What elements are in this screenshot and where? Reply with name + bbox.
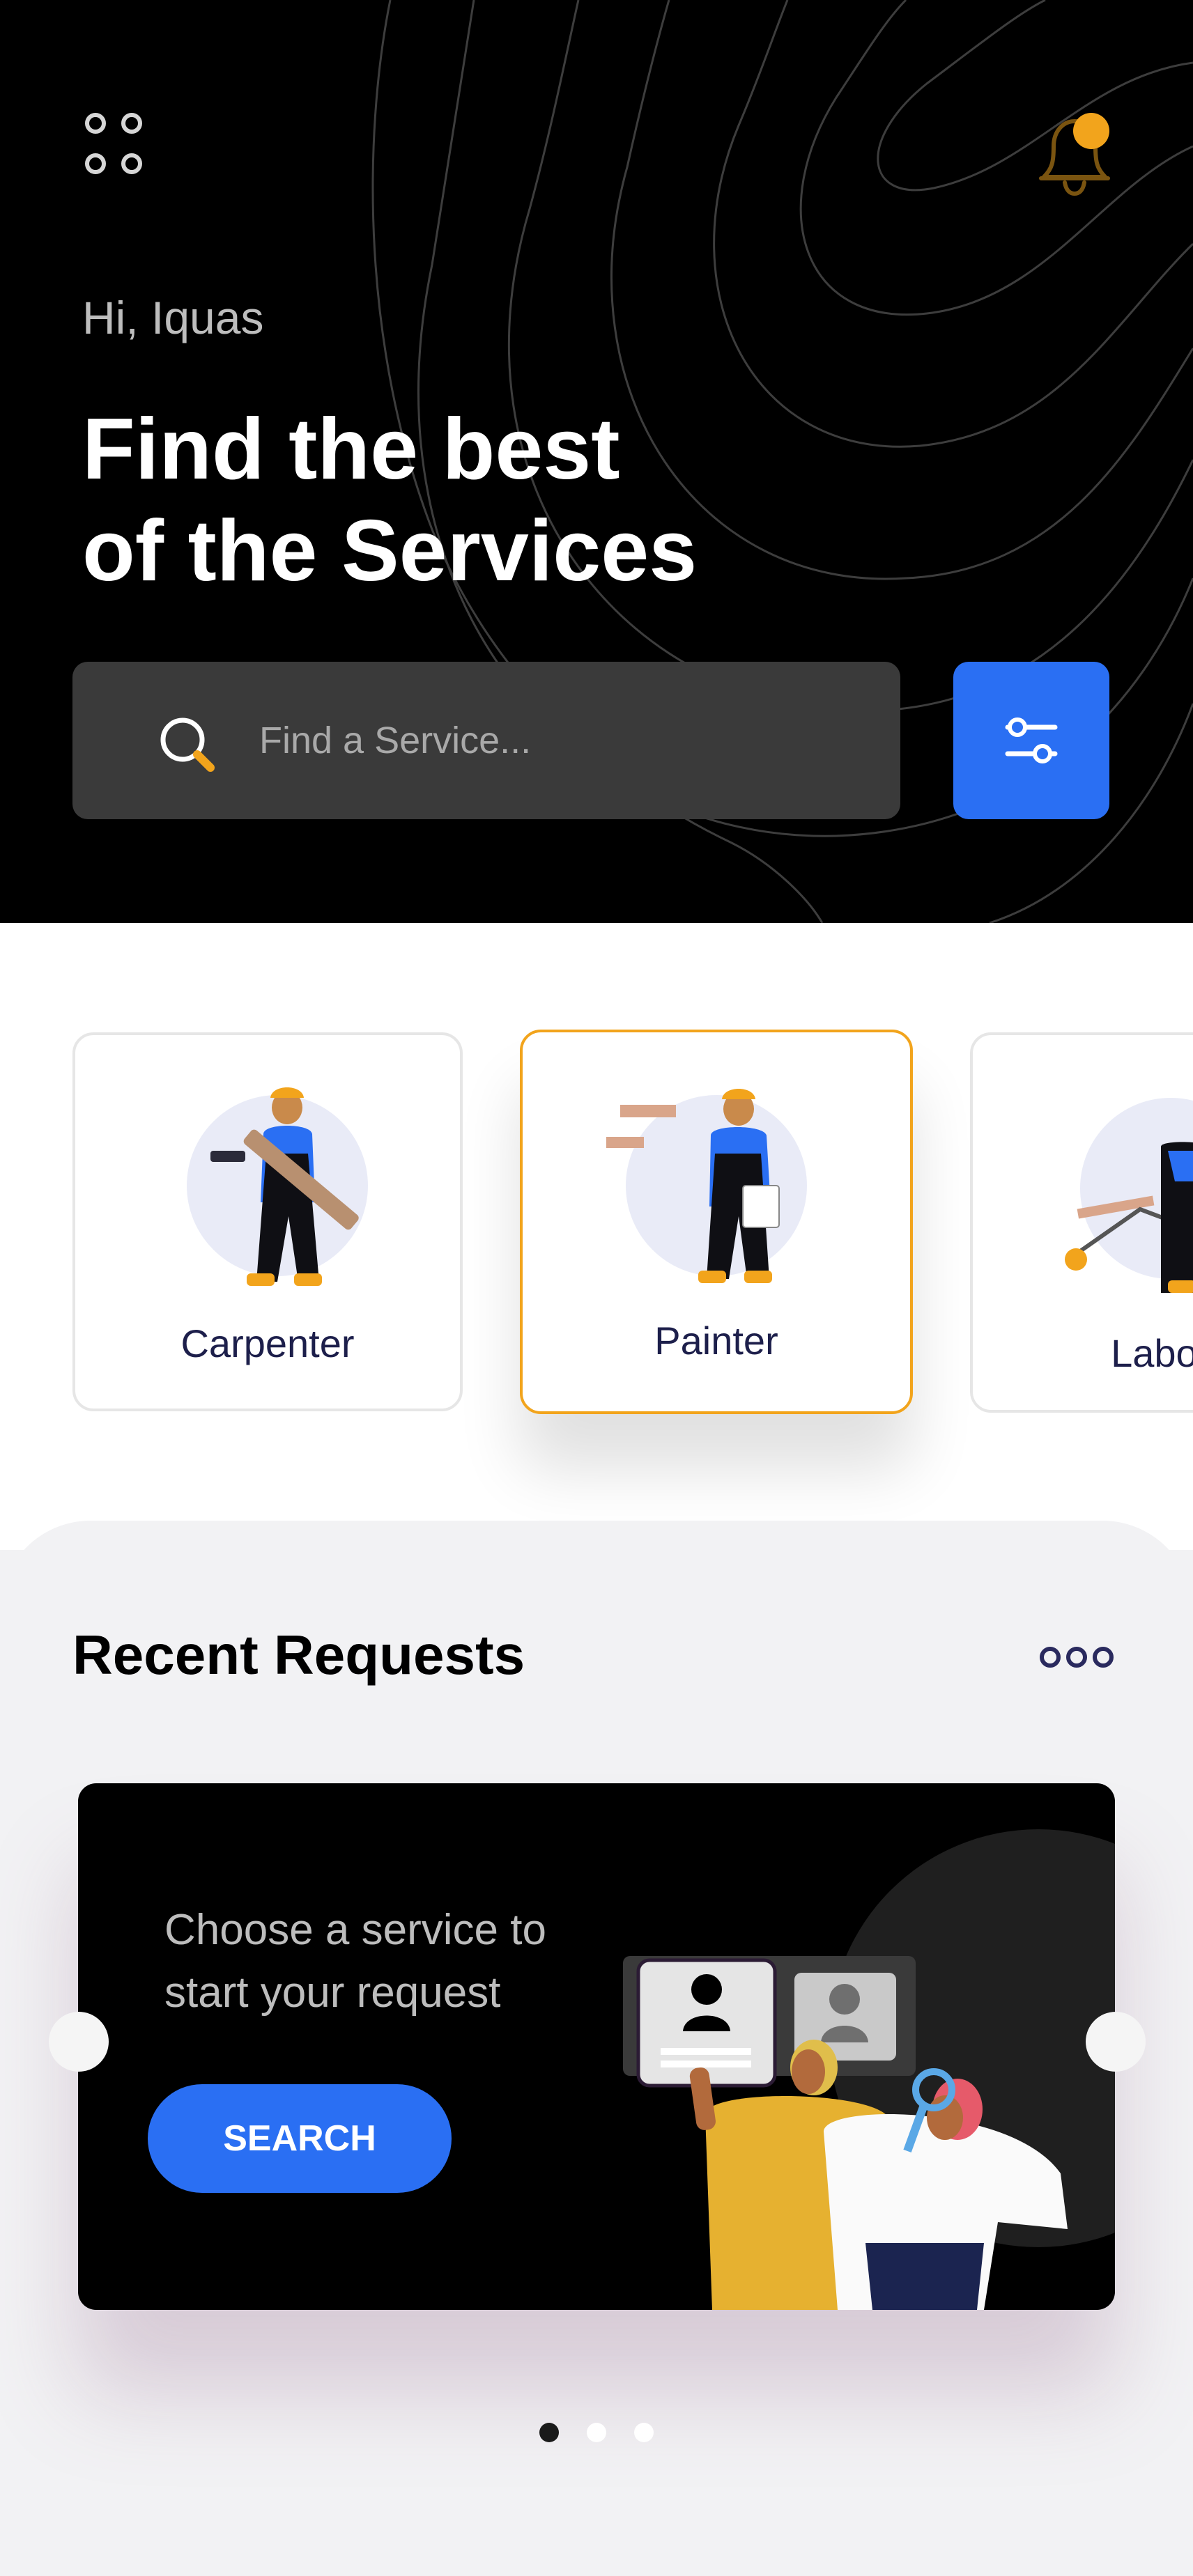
more-dots-icon	[1040, 1647, 1061, 1668]
carpenter-illustration	[210, 1087, 359, 1286]
menu-dot	[121, 153, 142, 174]
more-options-button[interactable]	[1037, 1643, 1114, 1675]
pagination-dot-active[interactable]	[539, 2423, 559, 2442]
menu-dot	[121, 113, 142, 134]
sliders-icon	[1005, 717, 1058, 763]
search-input[interactable]	[259, 704, 859, 777]
pagination-dot[interactable]	[634, 2423, 654, 2442]
category-card-painter[interactable]: Painter	[520, 1030, 913, 1414]
carousel-prev-arrow[interactable]	[49, 2012, 109, 2072]
search-button[interactable]: SEARCH	[148, 2084, 452, 2193]
menu-button[interactable]	[82, 110, 146, 180]
promo-illustration	[623, 1829, 1115, 2310]
section-title: Recent Requests	[72, 1624, 525, 1686]
promo-card: Choose a service to start your request S…	[78, 1783, 1115, 2310]
labour-illustration	[1065, 1142, 1193, 1293]
more-dots-icon	[1066, 1647, 1087, 1668]
header-hero: Hi, Iquas Find the best of the Services	[0, 0, 1193, 923]
bell-icon	[1039, 113, 1110, 196]
painter-illustration	[606, 1089, 780, 1283]
promo-text: Choose a service to start your request	[164, 1906, 546, 2017]
carousel-next-arrow[interactable]	[1086, 2012, 1146, 2072]
category-card-carpenter[interactable]: Carpenter	[72, 1032, 463, 1411]
greeting-text: Hi, Iquas	[82, 292, 264, 343]
more-dots-icon	[1093, 1647, 1114, 1668]
filter-button[interactable]	[953, 662, 1109, 819]
notification-button[interactable]	[1036, 110, 1112, 201]
category-label: Labou	[1111, 1331, 1193, 1375]
menu-dot	[85, 153, 106, 174]
pagination-dot[interactable]	[587, 2423, 606, 2442]
page-title: Find the best of the Services	[82, 398, 779, 602]
notification-badge	[1073, 113, 1109, 149]
category-label: Painter	[654, 1319, 778, 1363]
menu-dot	[85, 113, 106, 134]
title-line-2: of the Services	[82, 503, 698, 599]
search-bar[interactable]	[72, 662, 900, 819]
title-line-1: Find the best	[82, 401, 620, 497]
search-icon	[160, 717, 215, 772]
category-label: Carpenter	[180, 1321, 355, 1365]
category-card-labour[interactable]: Labou	[970, 1032, 1193, 1413]
